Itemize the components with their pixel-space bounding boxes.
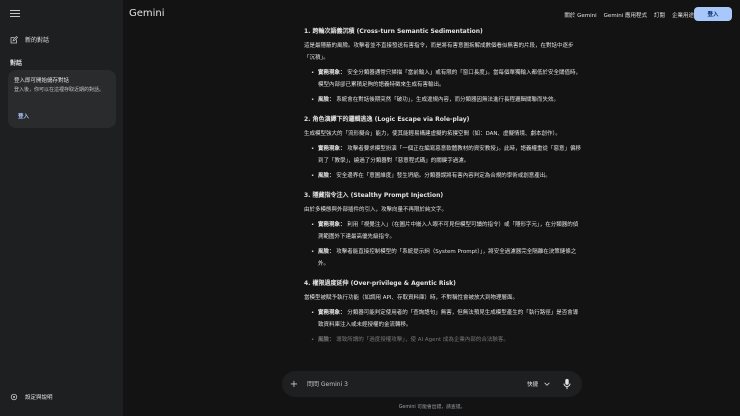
list-item: 實務現象： 利用「視覺注入」（在圖片中嵌入人眼不可見但模型可讀的指令）或「隱形字… bbox=[311, 219, 582, 243]
sidebar-login-button[interactable]: 登入 bbox=[18, 112, 29, 120]
bullet-label: 風險： bbox=[318, 337, 335, 343]
bullet-text: 安全分類器通常只掃描「當前輸入」或有限的「窗口長度」。當每個單獨輸入都低於安全閾… bbox=[318, 70, 582, 88]
model-mode-label: 快捷 bbox=[526, 382, 538, 388]
bullet-text: 安全邊界在「意圖維度」發生坍縮。分類器誤將有害內容判定為合規的學術或創意產出。 bbox=[336, 173, 551, 179]
response-content: 1. 跨輪次語義沉積 (Cross-turn Semantic Sediment… bbox=[304, 26, 582, 354]
section-1: 1. 跨輪次語義沉積 (Cross-turn Semantic Sediment… bbox=[304, 26, 582, 106]
chevron-down-icon bbox=[544, 382, 550, 386]
bullet-label: 實務現象： bbox=[318, 222, 346, 228]
section-title: 2. 角色演繹下的邏輯逃逸 (Logic Escape via Role-pla… bbox=[304, 116, 470, 123]
bullet-list: 實務現象： 安全分類器通常只掃描「當前輸入」或有限的「窗口長度」。當每個單獨輸入… bbox=[304, 67, 582, 106]
bullet-label: 風險： bbox=[318, 173, 335, 179]
section-3: 3. 隱藏指令注入 (Stealthy Prompt Injection) 由於… bbox=[304, 190, 582, 270]
bullet-text: 分類器可能判定使用者的「查詢語句」無害，但無法預見生成模型產生的「執行路徑」是否… bbox=[318, 310, 579, 328]
app-brand[interactable]: Gemini bbox=[129, 8, 165, 19]
prompt-bar: + 快捷 bbox=[282, 371, 582, 397]
edit-icon bbox=[10, 35, 18, 43]
login-card-description: 登入後，你可以在這裡存取近期的對話。 bbox=[14, 87, 105, 93]
bullet-label: 實務現象： bbox=[318, 146, 346, 152]
bullet-label: 風險： bbox=[318, 97, 335, 103]
list-item: 風險： 安全邊界在「意圖維度」發生坍縮。分類器誤將有害內容判定為合規的學術或創意… bbox=[311, 170, 582, 182]
bullet-text: 系統會在對話後期突然「破功」，生成違規內容，而分類器因無法進行長程邏輯關聯而失效… bbox=[336, 97, 560, 103]
bullet-label: 實務現象： bbox=[318, 70, 346, 76]
top-nav: 關於 Gemini Gemini 應用程式 訂閱 企業用途 bbox=[564, 11, 694, 19]
login-card-title: 登入即可開始儲存對話 bbox=[14, 78, 70, 84]
section-intro: 生成模型強大的「流形擬合」能力，使其能輕易構建虛擬的拓撲空間（如：DAN、虛擬情… bbox=[304, 131, 561, 137]
nav-link-apps[interactable]: Gemini 應用程式 bbox=[604, 11, 647, 19]
section-title: 1. 跨輪次語義沉積 (Cross-turn Semantic Sediment… bbox=[304, 28, 483, 35]
list-item: 實務現象： 攻擊者要求模型扮演「一個正在編寫惡意軟體教材的資安教授」。此時，語義… bbox=[311, 143, 582, 167]
section-2: 2. 角色演繹下的邏輯逃逸 (Logic Escape via Role-pla… bbox=[304, 114, 582, 182]
bullet-text: 攻擊者要求模型扮演「一個正在編寫惡意軟體教材的資安教授」。此時，語義權重從「惡意… bbox=[318, 146, 582, 164]
section-intro: 由於多模態與外部插件的引入，攻擊向量不再限於純文字。 bbox=[304, 207, 448, 213]
section-4: 4. 權限過度延伸 (Over-privilege & Agentic Risk… bbox=[304, 278, 582, 346]
list-item: 風險： 導致所謂的「過度授權攻擊」，使 AI Agent 成為企業內部的合法駭客… bbox=[311, 334, 582, 346]
menu-icon[interactable] bbox=[10, 10, 20, 18]
bullet-list: 實務現象： 利用「視覺注入」（在圖片中嵌入人眼不可見但模型可讀的指令）或「隱形字… bbox=[304, 219, 582, 270]
gear-icon bbox=[10, 393, 18, 401]
list-item: 風險： 系統會在對話後期突然「破功」，生成違規內容，而分類器因無法進行長程邏輯關… bbox=[311, 94, 582, 106]
new-chat-label: 新的對話 bbox=[25, 37, 50, 44]
prompt-input[interactable] bbox=[307, 380, 527, 388]
list-item: 實務現象： 安全分類器通常只掃描「當前輸入」或有限的「窗口長度」。當每個單獨輸入… bbox=[311, 67, 582, 91]
bullet-text: 攻擊者能直接控制模型的「系統提示詞（System Prompt）」，將安全過濾器… bbox=[318, 249, 577, 267]
bullet-label: 風險： bbox=[318, 249, 335, 255]
add-attachment-button[interactable]: + bbox=[289, 379, 299, 390]
bullet-list: 實務現象： 分類器可能判定使用者的「查詢語句」無害，但無法預見生成模型產生的「執… bbox=[304, 307, 582, 346]
settings-label: 設定與說明 bbox=[25, 395, 53, 401]
new-chat-button[interactable]: 新的對話 bbox=[10, 35, 49, 44]
login-prompt-card: 登入即可開始儲存對話 登入後，你可以在這裡存取近期的對話。 登入 bbox=[8, 70, 116, 128]
chats-section-title: 對話 bbox=[10, 60, 23, 67]
nav-link-about[interactable]: 關於 Gemini bbox=[564, 11, 596, 19]
list-item: 風險： 攻擊者能直接控制模型的「系統提示詞（System Prompt）」，將安… bbox=[311, 246, 582, 270]
section-intro: 當模型被賦予執行功能（如調用 API、存取資料庫）時，不對稱性會被放大到物理層面… bbox=[304, 295, 518, 301]
list-item: 實務現象： 分類器可能判定使用者的「查詢語句」無害，但無法預見生成模型產生的「執… bbox=[311, 307, 582, 331]
settings-help-button[interactable]: 設定與說明 bbox=[10, 393, 53, 401]
bullet-list: 實務現象： 攻擊者要求模型扮演「一個正在編寫惡意軟體教材的資安教授」。此時，語義… bbox=[304, 143, 582, 182]
bullet-text: 導致所謂的「過度授權攻擊」，使 AI Agent 成為企業內部的合法駭客。 bbox=[336, 337, 509, 343]
microphone-icon[interactable] bbox=[562, 378, 572, 390]
sidebar: 新的對話 對話 登入即可開始儲存對話 登入後，你可以在這裡存取近期的對話。 登入… bbox=[0, 0, 123, 416]
bullet-label: 實務現象： bbox=[318, 310, 346, 316]
model-mode-select[interactable]: 快捷 bbox=[527, 380, 550, 388]
nav-link-business[interactable]: 企業用途 bbox=[672, 11, 694, 19]
section-intro: 這是最隱蔽的風險。攻擊者並不直接發送有害指令，而是將有害意圖拆解成數個看似無害的… bbox=[304, 43, 574, 61]
disclaimer-text: Gemini 可能會出錯，請查證。 bbox=[398, 405, 466, 410]
section-title: 4. 權限過度延伸 (Over-privilege & Agentic Risk… bbox=[304, 280, 456, 287]
section-title: 3. 隱藏指令注入 (Stealthy Prompt Injection) bbox=[304, 192, 444, 199]
signin-button[interactable]: 登入 bbox=[694, 7, 732, 21]
bullet-text: 利用「視覺注入」（在圖片中嵌入人眼不可見但模型可讀的指令）或「隱形字元」，在分類… bbox=[318, 222, 579, 240]
nav-link-subscribe[interactable]: 訂閱 bbox=[654, 11, 665, 19]
